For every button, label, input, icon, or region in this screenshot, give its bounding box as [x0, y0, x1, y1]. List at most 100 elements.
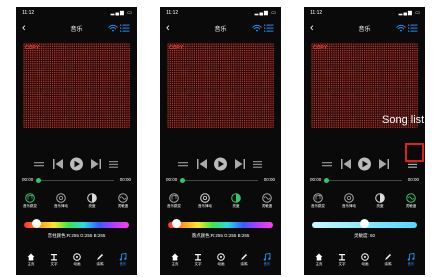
mode-music-jump[interactable]: 音乐跳变: [18, 193, 42, 209]
phone-screen-2: 11:12 ▂▄▆ ▭ ‹ 音乐 COPY 00:00 00:00 音乐跳变 音…: [160, 7, 281, 275]
mode-brightness[interactable]: 亮度: [80, 193, 104, 209]
current-time: 00:00: [166, 177, 178, 182]
nav-label: 主页: [27, 262, 35, 266]
nav-label: 文字: [194, 262, 202, 266]
animation-icon: [217, 253, 225, 261]
nav-doodle[interactable]: 涂鸦: [91, 253, 109, 267]
mode-selector: 音乐跳变 音乐律动 亮度 灵敏度: [304, 193, 425, 215]
music-jump-icon: [169, 193, 179, 203]
nav-label: 主页: [171, 262, 179, 266]
previous-icon[interactable]: [341, 159, 351, 169]
progress-track[interactable]: [39, 180, 114, 181]
song-list-annotation: Song list: [382, 114, 425, 126]
nav-home[interactable]: 主页: [166, 253, 184, 267]
home-icon: [27, 253, 35, 261]
song-list-icon[interactable]: [253, 161, 262, 168]
mode-sensitivity[interactable]: 灵敏度: [399, 193, 423, 209]
mode-music-rhythm[interactable]: 音乐律动: [193, 193, 217, 209]
nav-home[interactable]: 主页: [310, 253, 328, 267]
bluetooth-list-icons[interactable]: [396, 23, 418, 33]
nav-label: 涂鸦: [384, 262, 392, 266]
mode-label: 灵敏度: [261, 204, 273, 208]
playmode-icon[interactable]: [34, 162, 44, 167]
mode-music-jump[interactable]: 音乐跳变: [306, 193, 330, 209]
playmode-icon[interactable]: [178, 162, 188, 167]
progress-track[interactable]: [183, 180, 258, 181]
music-jump-icon: [25, 193, 35, 203]
nav-music[interactable]: 音乐: [114, 253, 132, 267]
color-slider-knob[interactable]: [171, 219, 181, 228]
sensitivity-icon: [118, 193, 128, 203]
progress-bar[interactable]: 00:00 00:00: [22, 177, 131, 185]
music-icon: [263, 253, 271, 261]
next-icon[interactable]: [379, 159, 389, 169]
mode-label: 灵敏度: [405, 204, 417, 208]
next-icon[interactable]: [235, 159, 245, 169]
nav-doodle[interactable]: 涂鸦: [235, 253, 253, 267]
song-list-icon[interactable]: [408, 161, 417, 168]
nav-home[interactable]: 主页: [22, 253, 40, 267]
play-icon[interactable]: [70, 157, 83, 171]
nav-text[interactable]: 文字: [45, 253, 63, 267]
nav-animation[interactable]: 动画: [356, 253, 374, 267]
previous-icon[interactable]: [53, 159, 63, 169]
bluetooth-list-icons[interactable]: [252, 23, 274, 33]
nav-label: 音乐: [119, 262, 127, 266]
nav-music[interactable]: 音乐: [402, 253, 420, 267]
progress-knob[interactable]: [324, 177, 329, 183]
progress-knob[interactable]: [36, 177, 41, 183]
color-slider[interactable]: [168, 222, 273, 228]
player-controls: [34, 157, 118, 171]
music-icon: [119, 253, 127, 261]
play-icon[interactable]: [358, 157, 371, 171]
nav-label: 文字: [338, 262, 346, 266]
next-icon[interactable]: [91, 159, 101, 169]
nav-doodle[interactable]: 涂鸦: [379, 253, 397, 267]
mode-sensitivity[interactable]: 灵敏度: [255, 193, 279, 209]
nav-music[interactable]: 音乐: [258, 253, 276, 267]
current-time: 00:00: [310, 177, 322, 182]
progress-track[interactable]: [327, 180, 402, 181]
mode-sensitivity[interactable]: 灵敏度: [111, 193, 135, 209]
signal-battery-icon: ▂▄▆ ▭: [110, 10, 133, 16]
slider-info: 落点颜色:R:255 G:255 B:255: [191, 233, 250, 238]
mode-music-rhythm[interactable]: 音乐律动: [337, 193, 361, 209]
text-icon: [51, 254, 57, 261]
header: ‹ 音乐: [16, 22, 137, 36]
phone-screen-3: 11:12 ▂▄▆ ▭ ‹ 音乐 COPY 00:00 00:00 音乐跳变 音…: [304, 7, 425, 275]
phone-screen-1: 11:12 ▂▄▆ ▭ ‹ 音乐 COPY 00:00 00:00 音乐跳变 音…: [16, 7, 137, 275]
nav-text[interactable]: 文字: [189, 253, 207, 267]
slider-info: 灵敏度: 50: [353, 233, 375, 238]
home-icon: [315, 253, 323, 261]
status-time: 11:12: [22, 10, 35, 16]
mode-selector: 音乐跳变 音乐律动 亮度 灵敏度: [16, 193, 137, 215]
mode-brightness[interactable]: 亮度: [224, 193, 248, 209]
progress-bar[interactable]: 00:00 00:00: [166, 177, 275, 185]
current-time: 00:00: [22, 177, 34, 182]
nav-animation[interactable]: 动画: [68, 253, 86, 267]
brightness-icon: [375, 193, 385, 203]
doodle-icon: [385, 254, 391, 260]
bluetooth-list-icons[interactable]: [108, 23, 130, 33]
mode-music-jump[interactable]: 音乐跳变: [162, 193, 186, 209]
progress-knob[interactable]: [180, 177, 185, 183]
nav-animation[interactable]: 动画: [212, 253, 230, 267]
play-icon[interactable]: [214, 157, 227, 171]
nav-label: 主页: [315, 262, 323, 266]
header: ‹ 音乐: [160, 22, 281, 36]
mode-label: 亮度: [376, 204, 384, 208]
mode-music-rhythm[interactable]: 音乐律动: [49, 193, 73, 209]
playmode-icon[interactable]: [322, 162, 332, 167]
nav-label: 音乐: [407, 262, 415, 266]
bottom-nav: 主页 文字 动画 涂鸦 音乐: [16, 253, 137, 273]
song-list-icon[interactable]: [109, 161, 118, 168]
mode-brightness[interactable]: 亮度: [368, 193, 392, 209]
sensitivity-slider-knob[interactable]: [360, 219, 369, 228]
mode-label: 音乐律动: [54, 204, 68, 208]
previous-icon[interactable]: [197, 159, 207, 169]
nav-text[interactable]: 文字: [333, 253, 351, 267]
mode-label: 灵敏度: [117, 204, 129, 208]
nav-label: 动画: [217, 262, 225, 266]
nav-label: 涂鸦: [96, 262, 104, 266]
progress-bar[interactable]: 00:00 00:00: [310, 177, 419, 185]
